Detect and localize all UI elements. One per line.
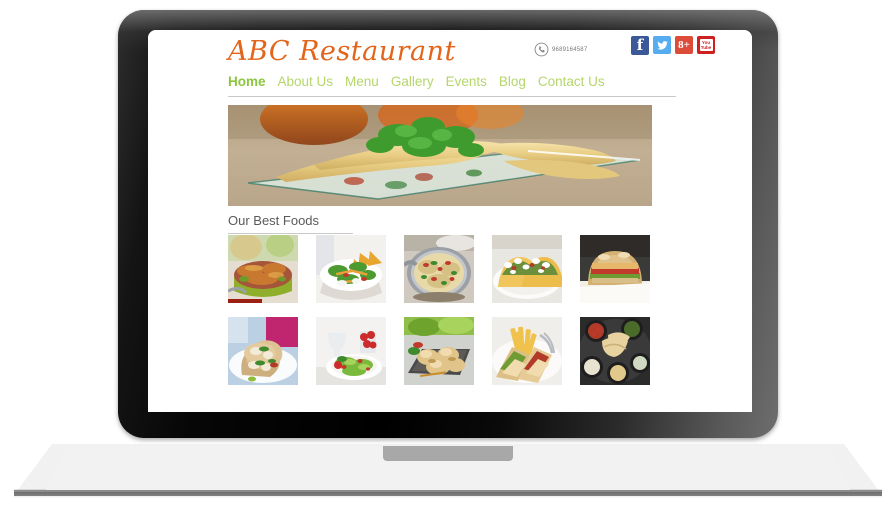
googleplus-icon[interactable]: 8+ (675, 36, 693, 54)
club-sandwich-fries-artwork (492, 317, 562, 385)
gallery-thumb-sandwich[interactable] (580, 235, 650, 303)
phone-circle-icon (534, 42, 549, 57)
laptop-mockup: ABC Restaurant 9689164587 f 8+ You Tube … (0, 0, 896, 508)
salad-chips-artwork (316, 235, 386, 303)
gallery-thumb-noodles[interactable] (228, 235, 298, 303)
gallery-thumb-salad-plate[interactable] (316, 317, 386, 385)
social-links: f 8+ You Tube (631, 36, 715, 55)
salad-plate-artwork (316, 317, 386, 385)
nav-item-contact-us[interactable]: Contact Us (538, 74, 605, 89)
nav-divider (228, 96, 676, 97)
youtube-glyph: You Tube (699, 39, 713, 51)
dip-platter-artwork (580, 317, 650, 385)
laptop-hinge-notch (383, 446, 513, 461)
nav-item-home[interactable]: Home (228, 74, 266, 89)
gallery-thumb-rice-skillet[interactable] (404, 235, 474, 303)
sandwich-artwork (580, 235, 650, 303)
tacos-artwork (492, 235, 562, 303)
nav-item-blog[interactable]: Blog (499, 74, 526, 89)
section-heading-block: Our Best Foods (228, 213, 353, 234)
rice-skillet-artwork (404, 235, 474, 303)
main-navigation: Home About Us Menu Gallery Events Blog C… (228, 74, 676, 97)
facebook-icon[interactable]: f (631, 36, 649, 55)
contact-phone[interactable]: 9689164587 (534, 42, 587, 57)
hero-banner-image (228, 105, 652, 206)
nav-item-about-us[interactable]: About Us (278, 74, 334, 89)
nav-item-gallery[interactable]: Gallery (391, 74, 434, 89)
laptop-drop-shadow (14, 492, 882, 498)
section-title-text: Our Best Foods (228, 213, 320, 228)
twitter-bird-glyph (656, 40, 668, 50)
section-title-underline (228, 233, 353, 234)
gallery-thumb-club-sandwich-fries[interactable] (492, 317, 562, 385)
gallery-thumb-salad-chips[interactable] (316, 235, 386, 303)
wrap-artwork (228, 317, 298, 385)
hero-artwork (228, 105, 652, 206)
site-logo[interactable]: ABC Restaurant (228, 36, 456, 67)
gallery-thumb-baked-potatoes[interactable] (404, 317, 474, 385)
website-page: ABC Restaurant 9689164587 f 8+ You Tube … (148, 30, 752, 412)
gallery-thumb-dip-platter[interactable] (580, 317, 650, 385)
gallery-thumb-wrap[interactable] (228, 317, 298, 385)
best-foods-gallery (228, 235, 672, 399)
twitter-icon[interactable] (653, 36, 671, 54)
screen-display: ABC Restaurant 9689164587 f 8+ You Tube … (148, 30, 752, 412)
noodles-artwork (228, 235, 298, 303)
gallery-row (228, 235, 672, 303)
youtube-icon[interactable]: You Tube (697, 36, 715, 54)
gallery-row (228, 317, 672, 385)
gallery-thumb-tacos[interactable] (492, 235, 562, 303)
nav-item-menu[interactable]: Menu (345, 74, 379, 89)
baked-potatoes-artwork (404, 317, 474, 385)
phone-number-text: 9689164587 (552, 46, 588, 53)
nav-item-events[interactable]: Events (446, 74, 487, 89)
nav-list: Home About Us Menu Gallery Events Blog C… (228, 74, 676, 96)
